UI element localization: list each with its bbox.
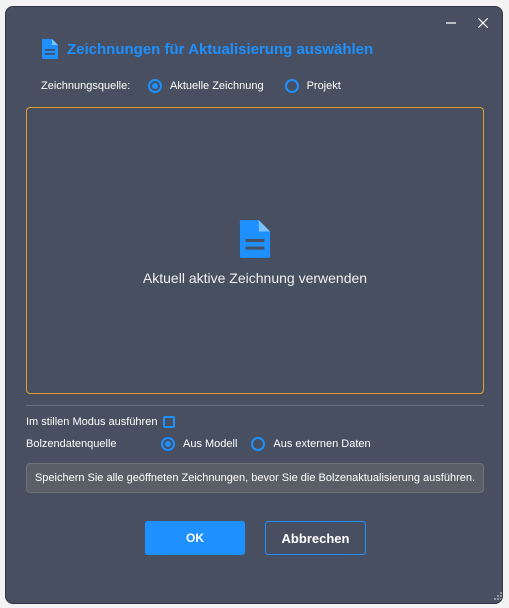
divider [26,405,484,406]
radio-button-selected[interactable] [161,437,175,451]
radio-external-data[interactable]: Aus externen Daten [251,437,371,451]
resize-grip-icon[interactable] [492,592,502,602]
close-button[interactable] [468,11,498,35]
minimize-button[interactable] [436,11,466,35]
radio-current-drawing[interactable]: Aktuelle Zeichnung [148,79,264,93]
dialog-title: Zeichnungen für Aktualisierung auswählen [67,40,374,58]
radio-button[interactable] [251,437,266,451]
info-note: Speichern Sie alle geöffneten Zeichnunge… [26,463,484,493]
document-icon [239,220,271,258]
silent-mode-label: Im stillen Modus ausführen [26,416,158,428]
bolt-source-label: Bolzendatenquelle [26,438,117,450]
drawing-preview-panel: Aktuell aktive Zeichnung verwenden [26,107,484,394]
dialog-window: Zeichnungen für Aktualisierung auswählen… [5,6,503,604]
ok-button[interactable]: OK [145,521,245,555]
radio-external-data-label: Aus externen Daten [273,438,371,450]
silent-mode-row: Im stillen Modus ausführen [26,414,176,430]
radio-button[interactable] [284,79,299,93]
radio-button-selected[interactable] [148,79,162,93]
minimize-icon [446,22,456,24]
cancel-button[interactable]: Abbrechen [265,521,366,555]
radio-current-drawing-label: Aktuelle Zeichnung [170,80,264,92]
drawing-source-row: Zeichnungsquelle: Aktuelle Zeichnung Pro… [41,78,341,94]
dialog-header: Zeichnungen für Aktualisierung auswählen [41,37,373,61]
silent-mode-checkbox[interactable] [163,416,176,428]
close-icon [478,18,488,28]
document-icon [42,39,58,59]
radio-project[interactable]: Projekt [284,79,341,93]
drawing-source-label: Zeichnungsquelle: [41,80,131,92]
bolt-source-row: Bolzendatenquelle Aus Modell Aus externe… [26,436,371,452]
radio-from-model-label: Aus Modell [183,438,238,450]
radio-project-label: Projekt [306,80,341,92]
radio-from-model[interactable]: Aus Modell [161,437,237,451]
preview-text: Aktuell aktive Zeichnung verwenden [142,270,368,286]
